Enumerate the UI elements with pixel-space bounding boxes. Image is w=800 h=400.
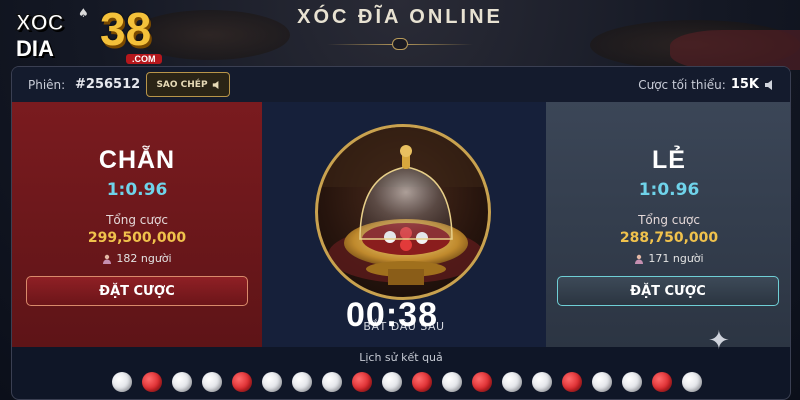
countdown-timer: 00:38: [346, 296, 438, 334]
min-bet-value: 15K: [730, 77, 759, 92]
speaker-icon: [212, 80, 218, 89]
history-result-white: [262, 372, 282, 392]
history-result-white: [112, 372, 132, 392]
history-result-white: [172, 372, 192, 392]
odd-total: 288,750,000: [619, 230, 719, 246]
dice-bowl-icon: [318, 127, 488, 285]
min-bet: Cược tối thiểu: 15K: [638, 77, 774, 92]
history-result-white: [532, 372, 552, 392]
page-title: XÓC ĐĨA ONLINE: [297, 6, 503, 28]
game-panel: Phiên: #256512 SAO CHÉP Cược tối thiểu: …: [11, 66, 791, 400]
sparkle-icon: ✦: [708, 326, 730, 356]
game-screen: XOC ♠ DIA 38 .COM XÓC ĐĨA ONLINE Phiên: …: [0, 0, 800, 400]
history-result-white: [592, 372, 612, 392]
history-result-white: [442, 372, 462, 392]
even-players-count: 182 người: [116, 252, 172, 265]
history-result-red: [412, 372, 432, 392]
history-result-red: [562, 372, 582, 392]
result-history: [112, 372, 702, 392]
person-icon: [635, 254, 644, 264]
history-result-red: [352, 372, 372, 392]
odd-players: 171 người: [546, 252, 790, 265]
history-result-red: [652, 372, 672, 392]
copy-button[interactable]: SAO CHÉP: [146, 72, 230, 97]
even-bet-button[interactable]: ĐẶT CƯỢC: [26, 276, 248, 306]
odd-bet-button[interactable]: ĐẶT CƯỢC: [557, 276, 779, 306]
person-icon: [103, 254, 112, 264]
odd-players-count: 171 người: [648, 252, 704, 265]
history-result-white: [202, 372, 222, 392]
logo-suffix: .COM: [126, 54, 162, 64]
history-label: Lịch sử kết quả: [359, 351, 443, 364]
even-total-label: Tổng cược: [106, 213, 168, 227]
min-bet-label: Cược tối thiểu:: [638, 77, 726, 92]
history-result-white: [382, 372, 402, 392]
shaker-dome-image: [315, 124, 491, 300]
even-players: 182 người: [12, 252, 262, 265]
odd-bet-panel[interactable]: LẺ 1:0.96 Tổng cược 288,750,000 171 ngườ…: [546, 102, 790, 347]
title-ornament-icon: [392, 38, 408, 50]
even-total: 299,500,000: [87, 230, 187, 246]
history-result-white: [622, 372, 642, 392]
background-felt: [670, 30, 800, 70]
odd-ratio: 1:0.96: [638, 180, 700, 200]
history-result-white: [292, 372, 312, 392]
history-result-white: [682, 372, 702, 392]
history-result-red: [472, 372, 492, 392]
even-name: CHẴN: [98, 146, 176, 174]
speaker-icon[interactable]: [764, 79, 774, 90]
logo-text-dia: DIA: [16, 36, 54, 61]
session-id: #256512: [75, 77, 141, 92]
odd-total-label: Tổng cược: [638, 213, 700, 227]
history-result-white: [322, 372, 342, 392]
odd-name: LẺ: [652, 146, 686, 174]
history-result-red: [232, 372, 252, 392]
even-ratio: 1:0.96: [106, 180, 168, 200]
history-result-white: [502, 372, 522, 392]
copy-button-label: SAO CHÉP: [156, 79, 208, 90]
even-bet-panel[interactable]: CHẴN 1:0.96 Tổng cược 299,500,000 182 ng…: [12, 102, 262, 347]
session-label: Phiên:: [28, 78, 66, 92]
history-result-red: [142, 372, 162, 392]
session-bar: Phiên: #256512 SAO CHÉP Cược tối thiểu: …: [12, 67, 790, 102]
